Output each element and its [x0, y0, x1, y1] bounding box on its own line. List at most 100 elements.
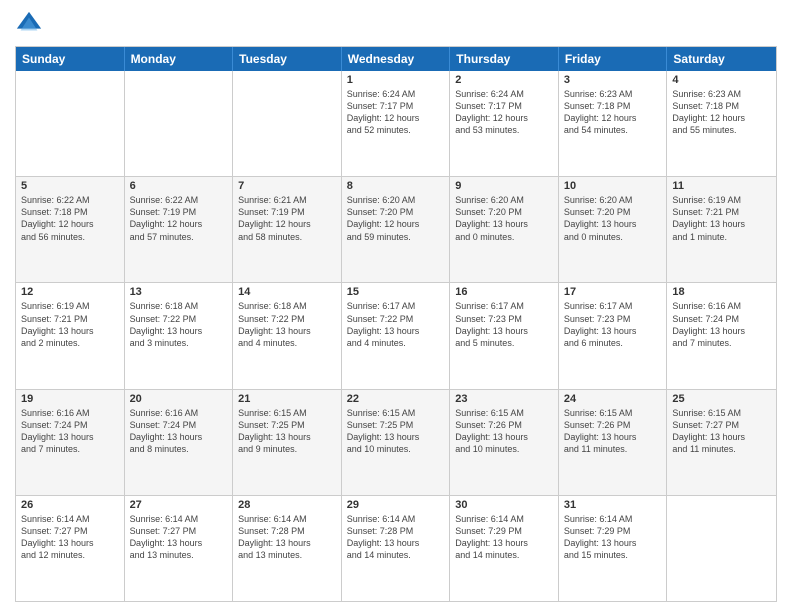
cal-header-cell: Saturday — [667, 47, 776, 71]
day-info: Sunrise: 6:15 AM Sunset: 7:25 PM Dayligh… — [347, 407, 445, 456]
calendar-row: 12 Sunrise: 6:19 AM Sunset: 7:21 PM Dayli… — [16, 282, 776, 388]
calendar-cell-19: 19 Sunrise: 6:16 AM Sunset: 7:24 PM Dayli… — [16, 390, 125, 495]
day-info: Sunrise: 6:20 AM Sunset: 7:20 PM Dayligh… — [455, 194, 553, 243]
day-info: Sunrise: 6:14 AM Sunset: 7:28 PM Dayligh… — [238, 513, 336, 562]
cal-header-cell: Thursday — [450, 47, 559, 71]
day-number: 11 — [672, 180, 771, 192]
day-number: 16 — [455, 286, 553, 298]
day-number: 30 — [455, 499, 553, 511]
day-number: 14 — [238, 286, 336, 298]
calendar-cell-16: 16Sunrise: 6:17 AM Sunset: 7:23 PM Dayli… — [450, 283, 559, 388]
day-number: 24 — [564, 393, 662, 405]
day-number: 19 — [21, 393, 119, 405]
calendar-cell-11: 11 Sunrise: 6:19 AM Sunset: 7:21 PM Dayli… — [667, 177, 776, 282]
day-number: 18 — [672, 286, 771, 298]
calendar-cell-23: 23Sunrise: 6:15 AM Sunset: 7:26 PM Dayli… — [450, 390, 559, 495]
day-info: Sunrise: 6:22 AM Sunset: 7:19 PM Dayligh… — [130, 194, 228, 243]
day-number: 10 — [564, 180, 662, 192]
calendar-cell-27: 27 Sunrise: 6:14 AM Sunset: 7:27 PM Dayli… — [125, 496, 234, 601]
logo — [15, 10, 47, 38]
day-info: Sunrise: 6:18 AM Sunset: 7:22 PM Dayligh… — [130, 300, 228, 349]
calendar-cell-2: 2 Sunrise: 6:24 AM Sunset: 7:17 PM Daylig… — [450, 71, 559, 176]
calendar-cell-15: 15Sunrise: 6:17 AM Sunset: 7:22 PM Dayli… — [342, 283, 451, 388]
calendar-cell-7: 7 Sunrise: 6:21 AM Sunset: 7:19 PM Daylig… — [233, 177, 342, 282]
cal-header-cell: Wednesday — [342, 47, 451, 71]
calendar-cell-28: 28 Sunrise: 6:14 AM Sunset: 7:28 PM Dayli… — [233, 496, 342, 601]
day-info: Sunrise: 6:22 AM Sunset: 7:18 PM Dayligh… — [21, 194, 119, 243]
calendar-cell-21: 21 Sunrise: 6:15 AM Sunset: 7:25 PM Dayli… — [233, 390, 342, 495]
cal-header-cell: Monday — [125, 47, 234, 71]
day-number: 5 — [21, 180, 119, 192]
day-number: 2 — [455, 74, 553, 86]
day-info: Sunrise: 6:23 AM Sunset: 7:18 PM Dayligh… — [564, 88, 662, 137]
day-info: Sunrise: 6:21 AM Sunset: 7:19 PM Dayligh… — [238, 194, 336, 243]
day-number: 1 — [347, 74, 445, 86]
calendar-cell-17: 17 Sunrise: 6:17 AM Sunset: 7:23 PM Dayli… — [559, 283, 668, 388]
day-info: Sunrise: 6:16 AM Sunset: 7:24 PM Dayligh… — [672, 300, 771, 349]
day-number: 8 — [347, 180, 445, 192]
day-number: 6 — [130, 180, 228, 192]
day-info: Sunrise: 6:24 AM Sunset: 7:17 PM Dayligh… — [455, 88, 553, 137]
day-number: 7 — [238, 180, 336, 192]
day-info: Sunrise: 6:23 AM Sunset: 7:18 PM Dayligh… — [672, 88, 771, 137]
calendar-cell-empty — [125, 71, 234, 176]
calendar-cell-24: 24Sunrise: 6:15 AM Sunset: 7:26 PM Dayli… — [559, 390, 668, 495]
day-info: Sunrise: 6:14 AM Sunset: 7:27 PM Dayligh… — [21, 513, 119, 562]
calendar-cell-3: 3 Sunrise: 6:23 AM Sunset: 7:18 PM Daylig… — [559, 71, 668, 176]
day-info: Sunrise: 6:17 AM Sunset: 7:23 PM Dayligh… — [564, 300, 662, 349]
day-number: 15 — [347, 286, 445, 298]
day-info: Sunrise: 6:19 AM Sunset: 7:21 PM Dayligh… — [21, 300, 119, 349]
calendar-cell-29: 29 Sunrise: 6:14 AM Sunset: 7:28 PM Dayli… — [342, 496, 451, 601]
calendar-cell-empty — [16, 71, 125, 176]
day-number: 13 — [130, 286, 228, 298]
calendar-header: SundayMondayTuesdayWednesdayThursdayFrid… — [16, 47, 776, 71]
calendar-cell-6: 6 Sunrise: 6:22 AM Sunset: 7:19 PM Daylig… — [125, 177, 234, 282]
day-info: Sunrise: 6:20 AM Sunset: 7:20 PM Dayligh… — [347, 194, 445, 243]
day-number: 28 — [238, 499, 336, 511]
cal-header-cell: Tuesday — [233, 47, 342, 71]
day-number: 31 — [564, 499, 662, 511]
calendar-cell-31: 31Sunrise: 6:14 AM Sunset: 7:29 PM Dayli… — [559, 496, 668, 601]
day-info: Sunrise: 6:19 AM Sunset: 7:21 PM Dayligh… — [672, 194, 771, 243]
day-info: Sunrise: 6:16 AM Sunset: 7:24 PM Dayligh… — [21, 407, 119, 456]
calendar-row: 5 Sunrise: 6:22 AM Sunset: 7:18 PM Daylig… — [16, 176, 776, 282]
day-info: Sunrise: 6:14 AM Sunset: 7:27 PM Dayligh… — [130, 513, 228, 562]
day-info: Sunrise: 6:14 AM Sunset: 7:28 PM Dayligh… — [347, 513, 445, 562]
day-number: 21 — [238, 393, 336, 405]
day-number: 17 — [564, 286, 662, 298]
day-number: 26 — [21, 499, 119, 511]
day-number: 29 — [347, 499, 445, 511]
day-info: Sunrise: 6:15 AM Sunset: 7:26 PM Dayligh… — [455, 407, 553, 456]
day-number: 3 — [564, 74, 662, 86]
calendar-cell-30: 30 Sunrise: 6:14 AM Sunset: 7:29 PM Dayli… — [450, 496, 559, 601]
calendar-cell-20: 20 Sunrise: 6:16 AM Sunset: 7:24 PM Dayli… — [125, 390, 234, 495]
calendar-row: 19 Sunrise: 6:16 AM Sunset: 7:24 PM Dayli… — [16, 389, 776, 495]
calendar-cell-5: 5 Sunrise: 6:22 AM Sunset: 7:18 PM Daylig… — [16, 177, 125, 282]
calendar-cell-13: 13 Sunrise: 6:18 AM Sunset: 7:22 PM Dayli… — [125, 283, 234, 388]
day-info: Sunrise: 6:14 AM Sunset: 7:29 PM Dayligh… — [455, 513, 553, 562]
calendar-cell-25: 25 Sunrise: 6:15 AM Sunset: 7:27 PM Dayli… — [667, 390, 776, 495]
cal-header-cell: Sunday — [16, 47, 125, 71]
day-info: Sunrise: 6:18 AM Sunset: 7:22 PM Dayligh… — [238, 300, 336, 349]
calendar-body: 1 Sunrise: 6:24 AM Sunset: 7:17 PM Daylig… — [16, 71, 776, 601]
day-info: Sunrise: 6:20 AM Sunset: 7:20 PM Dayligh… — [564, 194, 662, 243]
calendar-cell-empty — [233, 71, 342, 176]
calendar-row: 1 Sunrise: 6:24 AM Sunset: 7:17 PM Daylig… — [16, 71, 776, 176]
day-info: Sunrise: 6:15 AM Sunset: 7:27 PM Dayligh… — [672, 407, 771, 456]
calendar-cell-26: 26 Sunrise: 6:14 AM Sunset: 7:27 PM Dayli… — [16, 496, 125, 601]
header — [15, 10, 777, 38]
calendar-row: 26 Sunrise: 6:14 AM Sunset: 7:27 PM Dayli… — [16, 495, 776, 601]
day-info: Sunrise: 6:16 AM Sunset: 7:24 PM Dayligh… — [130, 407, 228, 456]
day-number: 20 — [130, 393, 228, 405]
calendar-cell-8: 8 Sunrise: 6:20 AM Sunset: 7:20 PM Daylig… — [342, 177, 451, 282]
day-number: 25 — [672, 393, 771, 405]
calendar-cell-22: 22Sunrise: 6:15 AM Sunset: 7:25 PM Dayli… — [342, 390, 451, 495]
day-number: 27 — [130, 499, 228, 511]
day-info: Sunrise: 6:24 AM Sunset: 7:17 PM Dayligh… — [347, 88, 445, 137]
day-info: Sunrise: 6:15 AM Sunset: 7:25 PM Dayligh… — [238, 407, 336, 456]
day-number: 12 — [21, 286, 119, 298]
calendar-cell-4: 4Sunrise: 6:23 AM Sunset: 7:18 PM Daylig… — [667, 71, 776, 176]
calendar-cell-empty — [667, 496, 776, 601]
calendar-cell-9: 9Sunrise: 6:20 AM Sunset: 7:20 PM Daylig… — [450, 177, 559, 282]
calendar-cell-10: 10 Sunrise: 6:20 AM Sunset: 7:20 PM Dayli… — [559, 177, 668, 282]
